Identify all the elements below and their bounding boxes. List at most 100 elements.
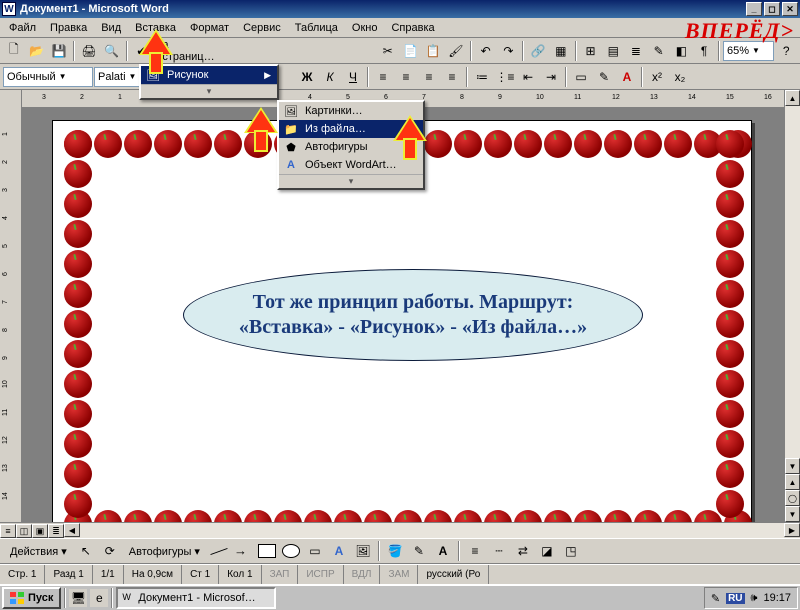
vertical-scrollbar[interactable]: ▲ ▼ ▲ ◯ ▼ xyxy=(784,90,800,522)
new-doc-icon[interactable]: 🗋 xyxy=(3,40,25,62)
excel-icon[interactable]: ▤ xyxy=(602,40,624,62)
arrow-shape-icon[interactable] xyxy=(232,540,254,562)
hyperlink-icon[interactable]: 🔗 xyxy=(527,40,549,62)
word-icon: W xyxy=(122,592,134,604)
insert-table-icon[interactable]: ⊞ xyxy=(580,40,602,62)
cut-icon[interactable]: ✂ xyxy=(377,40,399,62)
save-icon[interactable]: 💾 xyxy=(48,40,70,62)
scroll-up-icon[interactable]: ▲ xyxy=(785,90,800,106)
quicklaunch-ie-icon[interactable]: e xyxy=(90,589,108,607)
line-style-icon[interactable]: ≡ xyxy=(464,540,486,562)
tray-volume-icon[interactable]: 🕪 xyxy=(751,592,758,605)
menu-expand-icon[interactable]: ▾ xyxy=(141,84,277,98)
menu-help[interactable]: Справка xyxy=(384,20,441,36)
status-lang: русский (Ро xyxy=(418,565,489,584)
subscript-icon[interactable]: x₂ xyxy=(669,66,691,88)
select-objects-icon[interactable]: ↖ xyxy=(75,540,97,562)
minimize-button[interactable]: _ xyxy=(746,2,762,16)
open-icon[interactable]: 📂 xyxy=(26,40,48,62)
web-view-icon[interactable]: ◫ xyxy=(16,524,32,538)
print-icon[interactable]: 🖨 xyxy=(78,40,100,62)
paste-icon[interactable]: 📋 xyxy=(422,40,444,62)
numbering-icon[interactable]: ≔ xyxy=(471,66,493,88)
align-center-icon[interactable]: ≡ xyxy=(395,66,417,88)
outdent-icon[interactable]: ⇤ xyxy=(517,66,539,88)
dash-style-icon[interactable]: ┄ xyxy=(488,540,510,562)
fill-color-icon[interactable]: 🪣 xyxy=(384,540,406,562)
superscript-icon[interactable]: x² xyxy=(646,66,668,88)
browse-object-icon[interactable]: ◯ xyxy=(785,490,800,506)
font-color-draw-icon[interactable]: A xyxy=(432,540,454,562)
underline-button[interactable]: Ч xyxy=(342,66,364,88)
taskbar-word-button[interactable]: W Документ1 - Microsof… xyxy=(116,587,276,609)
menu-tools[interactable]: Сервис xyxy=(236,20,288,36)
menu-window[interactable]: Окно xyxy=(345,20,385,36)
window-title: Документ1 - Microsoft Word xyxy=(20,3,169,15)
undo-icon[interactable]: ↶ xyxy=(475,40,497,62)
tables-borders-icon[interactable]: ▦ xyxy=(550,40,572,62)
bold-button[interactable]: Ж xyxy=(296,66,318,88)
zoom-value: 65% xyxy=(727,45,749,57)
oval-shape-icon[interactable] xyxy=(280,540,302,562)
menu-format[interactable]: Формат xyxy=(183,20,236,36)
normal-view-icon[interactable]: ≡ xyxy=(0,524,16,538)
font-color-icon[interactable]: A xyxy=(616,66,638,88)
preview-icon[interactable]: 🔍 xyxy=(101,40,123,62)
menu-file[interactable]: Файл xyxy=(2,20,43,36)
next-page-icon[interactable]: ▼ xyxy=(785,506,800,522)
menu-expand-icon[interactable]: ▾ xyxy=(279,174,423,188)
actions-menu[interactable]: Действия ▾ xyxy=(4,543,73,560)
drawing-icon[interactable]: ✎ xyxy=(648,40,670,62)
clipart-icon[interactable]: 🖼 xyxy=(352,540,374,562)
close-button[interactable]: ✕ xyxy=(782,2,798,16)
rotate-icon[interactable]: ⟳ xyxy=(99,540,121,562)
tray-pen-icon[interactable]: ✎ xyxy=(711,592,720,605)
submenu-from-file-label: Из файла… xyxy=(305,123,366,135)
arrow-style-icon[interactable]: ⇄ xyxy=(512,540,534,562)
highlight-icon[interactable]: ✎ xyxy=(593,66,615,88)
submenu-clipart-label: Картинки… xyxy=(305,105,363,117)
status-pages: 1/1 xyxy=(93,565,124,584)
status-line: Ст 1 xyxy=(182,565,219,584)
threed-icon[interactable]: ◳ xyxy=(560,540,582,562)
menu-edit[interactable]: Правка xyxy=(43,20,94,36)
prev-page-icon[interactable]: ▲ xyxy=(785,474,800,490)
scroll-down-icon[interactable]: ▼ xyxy=(785,458,800,474)
italic-button[interactable]: К xyxy=(319,66,341,88)
maximize-button[interactable]: ◻ xyxy=(764,2,780,16)
copy-icon[interactable]: 📄 xyxy=(400,40,422,62)
align-left-icon[interactable]: ≡ xyxy=(372,66,394,88)
rect-shape-icon[interactable] xyxy=(256,540,278,562)
autoshapes-menu[interactable]: Автофигуры ▾ xyxy=(123,543,206,560)
line-color-icon[interactable]: ✎ xyxy=(408,540,430,562)
align-right-icon[interactable]: ≡ xyxy=(418,66,440,88)
borders-icon[interactable]: ▭ xyxy=(570,66,592,88)
instruction-callout: Тот же принцип работы. Маршрут: «Вставка… xyxy=(183,269,643,361)
style-combo[interactable]: Обычный▼ xyxy=(3,67,93,87)
indent-icon[interactable]: ⇥ xyxy=(540,66,562,88)
submenu-autoshapes-label: Автофигуры xyxy=(305,141,368,153)
quicklaunch-desktop-icon[interactable]: 🖥 xyxy=(69,589,87,607)
format-painter-icon[interactable]: 🖌 xyxy=(445,40,467,62)
menu-table[interactable]: Таблица xyxy=(288,20,345,36)
scroll-right-icon[interactable]: ▶ xyxy=(784,523,800,537)
redo-icon[interactable]: ↷ xyxy=(498,40,520,62)
outline-view-icon[interactable]: ≣ xyxy=(48,524,64,538)
columns-icon[interactable]: ≣ xyxy=(625,40,647,62)
tray-lang[interactable]: RU xyxy=(726,593,744,604)
submenu-wordart[interactable]: A Объект WordArt… xyxy=(279,156,423,174)
align-justify-icon[interactable]: ≡ xyxy=(441,66,463,88)
textbox-icon[interactable]: ▭ xyxy=(304,540,326,562)
vertical-ruler: 1234567891011121314 xyxy=(0,90,22,522)
horizontal-scrollbar[interactable]: ≡ ◫ ▣ ≣ ◀ ▶ xyxy=(0,522,800,538)
shadow-icon[interactable]: ◪ xyxy=(536,540,558,562)
bullets-icon[interactable]: ⋮≡ xyxy=(494,66,516,88)
wordart-icon[interactable]: A xyxy=(328,540,350,562)
status-page: Стр. 1 xyxy=(0,565,45,584)
print-view-icon[interactable]: ▣ xyxy=(32,524,48,538)
start-button[interactable]: Пуск xyxy=(2,587,61,609)
scroll-left-icon[interactable]: ◀ xyxy=(64,523,80,537)
status-bar: Стр. 1 Разд 1 1/1 На 0,9см Ст 1 Кол 1 ЗА… xyxy=(0,564,800,584)
menu-view[interactable]: Вид xyxy=(94,20,128,36)
line-shape-icon[interactable] xyxy=(208,540,230,562)
